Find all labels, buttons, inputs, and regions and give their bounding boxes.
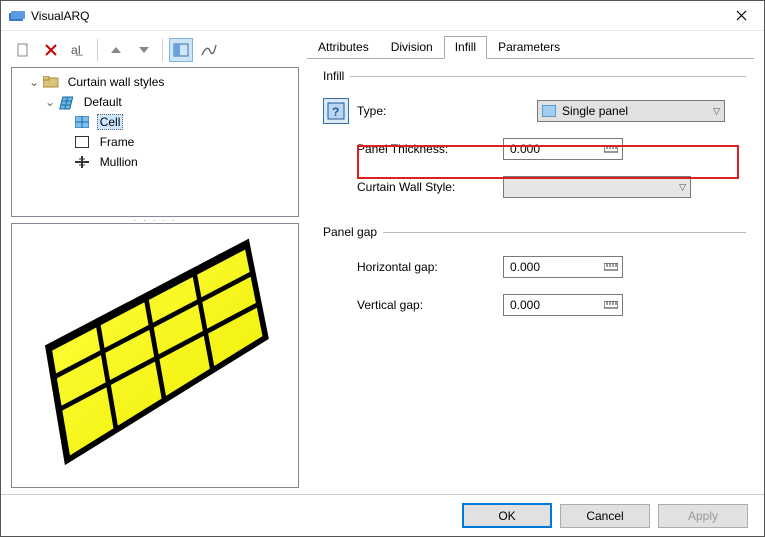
vgap-input-wrap bbox=[503, 294, 623, 316]
toolbar-new-button[interactable] bbox=[11, 38, 35, 62]
right-pane: Attributes Division Infill Parameters In… bbox=[307, 35, 754, 488]
dialog-window: VisualARQ aI̲ ⌄ bbox=[0, 0, 765, 537]
hgap-input-wrap bbox=[503, 256, 623, 278]
toolbar-rename-button[interactable]: aI̲ bbox=[67, 38, 91, 62]
tree-expand-icon[interactable]: ⌄ bbox=[28, 72, 40, 92]
group-panelgap: Panel gap bbox=[323, 225, 746, 239]
row-cw-style: Curtain Wall Style: ▽ bbox=[323, 173, 746, 201]
row-type: ? Type: Single panel ▽ bbox=[323, 97, 746, 125]
tree-item-label[interactable]: Mullion bbox=[97, 154, 141, 170]
ruler-icon[interactable] bbox=[604, 263, 618, 271]
toolbar-up-button[interactable] bbox=[104, 38, 128, 62]
chevron-down-icon: ▽ bbox=[679, 182, 686, 193]
cw-style-combo: ▽ bbox=[503, 176, 691, 198]
hgap-input[interactable] bbox=[508, 259, 580, 275]
folder-icon bbox=[43, 76, 59, 90]
group-panelgap-label: Panel gap bbox=[323, 225, 377, 239]
frame-icon bbox=[75, 136, 91, 150]
row-hgap: Horizontal gap: bbox=[323, 253, 746, 281]
group-infill: Infill bbox=[323, 69, 746, 83]
svg-text:?: ? bbox=[332, 105, 339, 119]
tab-attributes[interactable]: Attributes bbox=[307, 36, 380, 59]
group-infill-label: Infill bbox=[323, 69, 344, 83]
row-vgap: Vertical gap: bbox=[323, 291, 746, 319]
tree-expand-icon[interactable]: ⌄ bbox=[44, 92, 56, 112]
app-icon bbox=[9, 10, 25, 22]
thickness-input[interactable] bbox=[508, 141, 580, 157]
vgap-input[interactable] bbox=[508, 297, 580, 313]
tab-infill[interactable]: Infill bbox=[444, 36, 487, 59]
thickness-input-wrap bbox=[503, 138, 623, 160]
cell-icon bbox=[75, 116, 91, 130]
tab-parameters[interactable]: Parameters bbox=[487, 36, 571, 59]
tree-item-mullion[interactable]: Mullion bbox=[60, 152, 298, 172]
tree-item-label[interactable]: Frame bbox=[97, 134, 138, 150]
thickness-label: Panel Thickness: bbox=[323, 142, 503, 156]
ok-button[interactable]: OK bbox=[462, 503, 552, 528]
toolbar-separator bbox=[97, 39, 98, 61]
type-label: Type: bbox=[357, 104, 537, 118]
tree-item-cell[interactable]: Cell bbox=[60, 112, 298, 132]
titlebar: VisualARQ bbox=[1, 1, 764, 31]
cancel-button[interactable]: Cancel bbox=[560, 504, 650, 528]
tab-division[interactable]: Division bbox=[380, 36, 444, 59]
tab-bar: Attributes Division Infill Parameters bbox=[307, 35, 754, 59]
mullion-icon bbox=[75, 156, 91, 170]
tree-root-label[interactable]: Curtain wall styles bbox=[65, 74, 168, 90]
row-thickness: Panel Thickness: bbox=[323, 135, 746, 163]
tree-item-label[interactable]: Cell bbox=[97, 114, 124, 130]
hgap-label: Horizontal gap: bbox=[323, 260, 503, 274]
tree-style-default[interactable]: ⌄ Default Cell bbox=[44, 92, 298, 172]
ruler-icon[interactable] bbox=[604, 145, 618, 153]
style-icon bbox=[59, 96, 75, 110]
toolbar-curve-button[interactable] bbox=[197, 38, 221, 62]
style-tree[interactable]: ⌄ Curtain wall styles ⌄ Default bbox=[11, 67, 299, 217]
apply-button: Apply bbox=[658, 504, 748, 528]
type-combo[interactable]: Single panel ▽ bbox=[537, 100, 725, 122]
toolbar-preview-toggle[interactable] bbox=[169, 38, 193, 62]
window-title: VisualARQ bbox=[31, 9, 718, 23]
toolbar-down-button[interactable] bbox=[132, 38, 156, 62]
ruler-icon[interactable] bbox=[604, 301, 618, 309]
window-close-button[interactable] bbox=[718, 1, 764, 31]
cw-style-label: Curtain Wall Style: bbox=[323, 180, 503, 194]
dialog-body: aI̲ ⌄ Curtain wall styles ⌄ bbox=[1, 31, 764, 494]
toolbar-delete-button[interactable] bbox=[39, 38, 63, 62]
vgap-label: Vertical gap: bbox=[323, 298, 503, 312]
tree-root[interactable]: ⌄ Curtain wall styles ⌄ Default bbox=[28, 72, 298, 172]
tab-panel-infill: Infill ? Type: Single panel ▽ bbox=[307, 59, 754, 488]
panel-type-icon bbox=[542, 105, 556, 117]
svg-text:aI̲: aI̲ bbox=[71, 43, 83, 57]
left-pane: aI̲ ⌄ Curtain wall styles ⌄ bbox=[11, 35, 299, 488]
toolbar-separator bbox=[162, 39, 163, 61]
chevron-down-icon: ▽ bbox=[713, 106, 720, 117]
curtain-wall-preview bbox=[12, 224, 298, 487]
tree-style-label[interactable]: Default bbox=[81, 94, 125, 110]
type-selected-value: Single panel bbox=[562, 104, 628, 118]
tree-toolbar: aI̲ bbox=[11, 35, 299, 65]
preview-viewport[interactable] bbox=[11, 223, 299, 488]
dialog-footer: OK Cancel Apply bbox=[1, 494, 764, 536]
tree-item-frame[interactable]: Frame bbox=[60, 132, 298, 152]
infill-type-icon: ? bbox=[323, 98, 349, 124]
